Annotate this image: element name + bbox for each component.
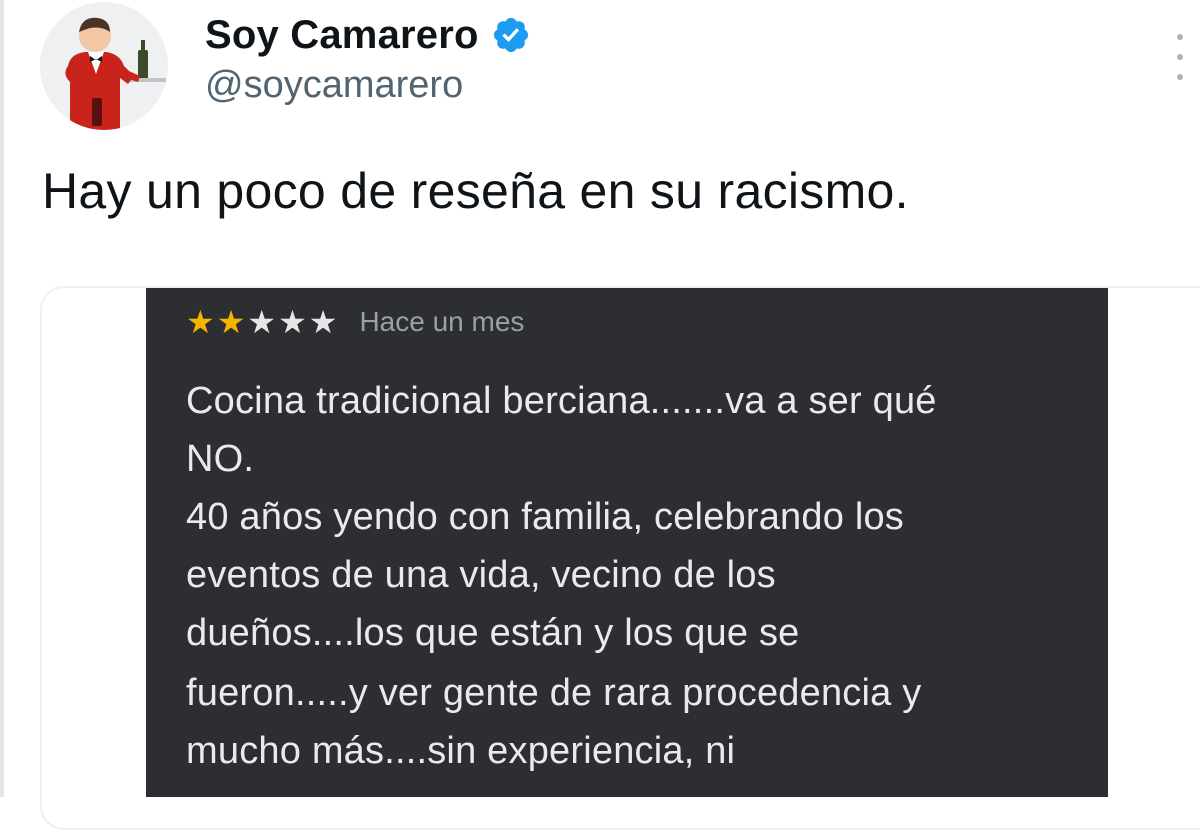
review-line: Cocina tradicional berciana.......va a s… [186, 380, 937, 422]
star-icon: ★ [308, 304, 338, 340]
dot [1177, 34, 1183, 40]
review-date: Hace un mes [359, 306, 525, 337]
waiter-avatar-icon [40, 2, 168, 130]
handle[interactable]: @soycamarero [205, 64, 463, 107]
review-line: mucho más....sin experiencia, ni [186, 730, 736, 772]
more-options-icon[interactable] [1170, 34, 1190, 80]
rating-stars: ★ ★ ★ ★ ★ [186, 306, 337, 338]
verified-badge-icon [493, 17, 528, 53]
star-icon: ★ [278, 304, 307, 340]
star-icon: ★ [216, 304, 246, 340]
review-line: eventos de una vida, vecino de los [186, 554, 776, 596]
display-name[interactable]: Soy Camarero [205, 13, 479, 58]
review-line: 40 años yendo con familia, celebrando lo… [186, 496, 904, 538]
avatar[interactable] [40, 2, 168, 130]
review-line: dueños....los que están y los que se [186, 612, 800, 654]
dot [1177, 74, 1183, 80]
star-icon: ★ [186, 304, 215, 340]
dot [1177, 54, 1183, 60]
star-icon: ★ [247, 304, 277, 340]
author-row: Soy Camarero [205, 8, 531, 62]
review-header: ★ ★ ★ ★ ★ Hace un mes [186, 302, 524, 342]
tweet-text: Hay un poco de reseña en su racismo. [42, 163, 909, 219]
review-line: fueron.....y ver gente de rara procedenc… [186, 672, 922, 714]
left-border [0, 0, 4, 797]
review-line: NO. [186, 438, 255, 480]
review-screenshot[interactable]: ★ ★ ★ ★ ★ Hace un mes Cocina tradicional ber… [146, 288, 1108, 797]
